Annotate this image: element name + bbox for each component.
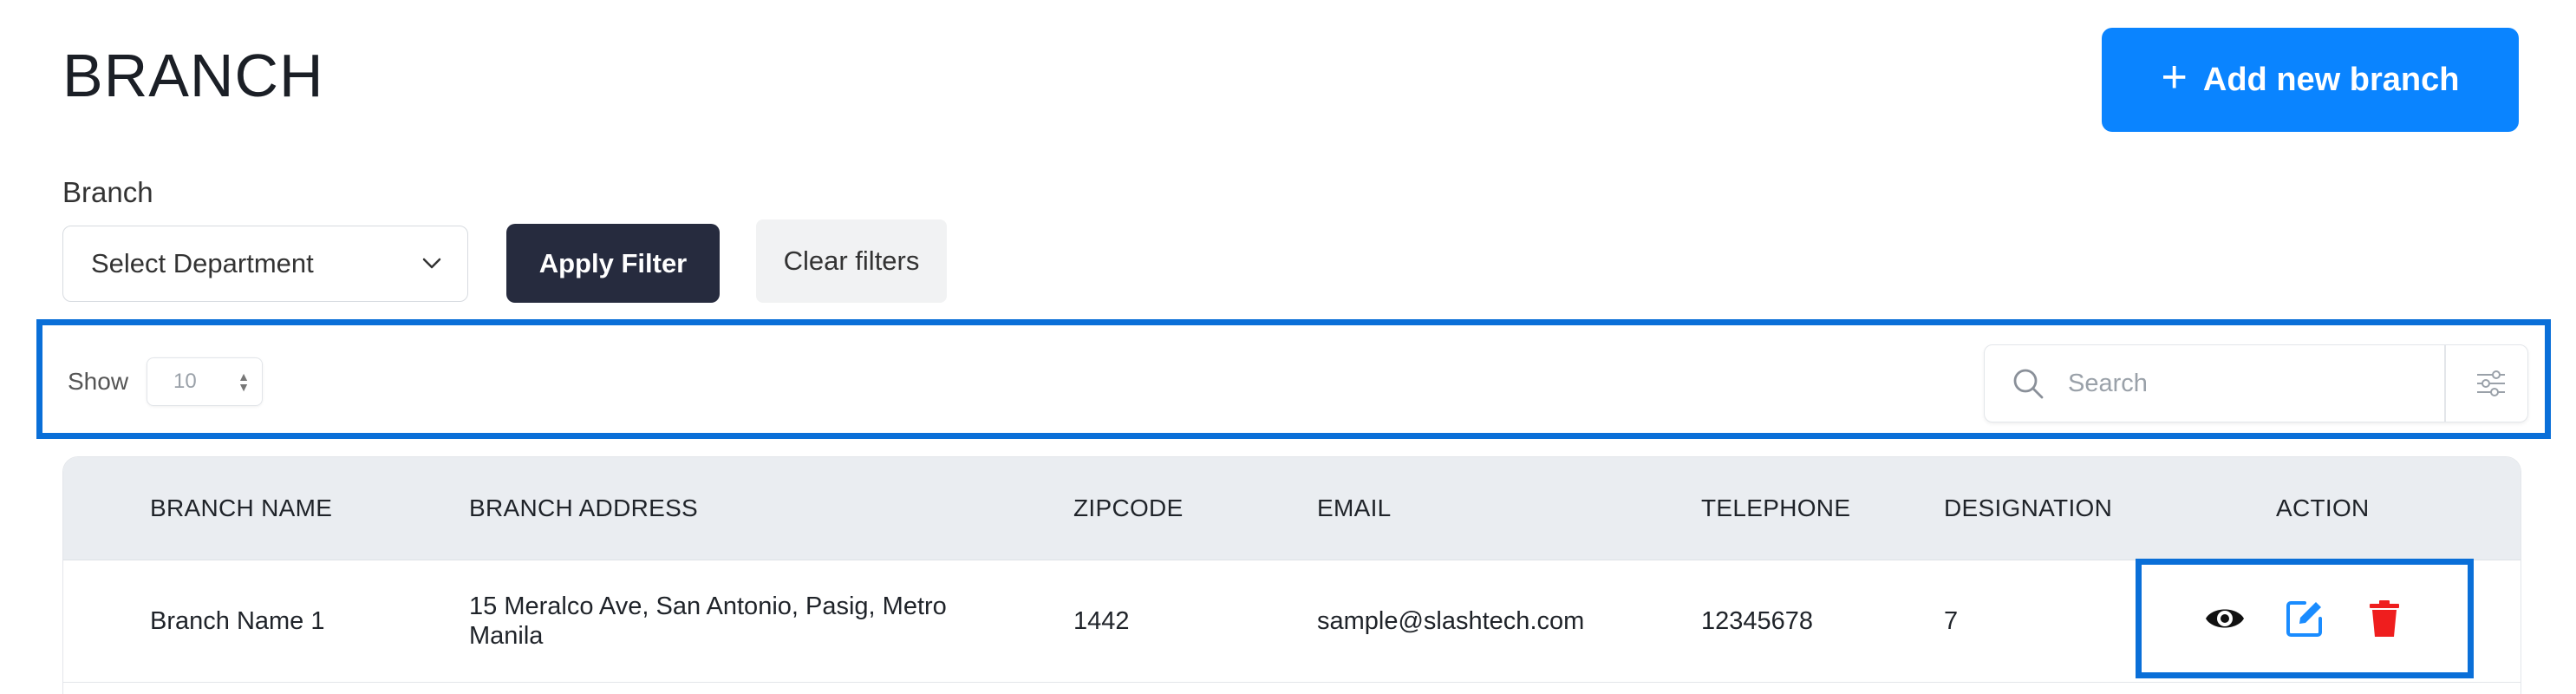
department-select[interactable]: Select Department bbox=[62, 226, 468, 302]
search-divider bbox=[2444, 345, 2446, 422]
cell-email: sample@slashtech.com bbox=[1317, 607, 1585, 635]
add-new-branch-label: Add new branch bbox=[2202, 61, 2460, 98]
search-icon bbox=[2013, 369, 2044, 399]
chevron-down-icon bbox=[422, 258, 441, 269]
apply-filter-button[interactable]: Apply Filter bbox=[506, 224, 720, 303]
table-toolbar: Show 10 ▲ ▼ bbox=[36, 319, 2551, 439]
branch-filter-label: Branch bbox=[62, 176, 153, 208]
trash-icon[interactable] bbox=[2364, 598, 2405, 639]
column-header-zipcode[interactable]: ZIPCODE bbox=[1073, 494, 1184, 523]
clear-filters-button[interactable]: Clear filters bbox=[756, 219, 947, 303]
edit-icon[interactable] bbox=[2284, 598, 2325, 639]
sliders-icon[interactable] bbox=[2474, 366, 2508, 401]
table-header: BRANCH NAME BRANCH ADDRESS ZIPCODE EMAIL… bbox=[63, 457, 2521, 560]
department-select-value: Select Department bbox=[91, 248, 314, 278]
column-header-telephone[interactable]: TELEPHONE bbox=[1701, 494, 1850, 523]
cell-branch-address: 15 Meralco Ave, San Antonio, Pasig, Metr… bbox=[469, 593, 947, 650]
page-title: BRANCH bbox=[62, 42, 324, 109]
row-actions bbox=[2136, 559, 2474, 678]
cell-telephone: 12345678 bbox=[1701, 607, 1814, 635]
cell-branch-name: Branch Name 1 bbox=[150, 607, 325, 635]
page-size-select[interactable]: 10 ▲ ▼ bbox=[147, 357, 263, 406]
branch-table: BRANCH NAME BRANCH ADDRESS ZIPCODE EMAIL… bbox=[62, 456, 2521, 694]
column-header-action: ACTION bbox=[2276, 494, 2370, 521]
search-input[interactable] bbox=[2066, 368, 2416, 399]
column-header-branch-address[interactable]: BRANCH ADDRESS bbox=[469, 494, 698, 523]
table-row: Branch Name 1 15 Meralco Ave, San Antoni… bbox=[63, 559, 2521, 683]
cell-zipcode: 1442 bbox=[1073, 607, 1130, 635]
column-header-email[interactable]: EMAIL bbox=[1317, 494, 1392, 523]
add-new-branch-button[interactable]: + Add new branch bbox=[2102, 28, 2519, 132]
sort-arrows-icon: ▲ ▼ bbox=[238, 370, 250, 394]
column-header-branch-name[interactable]: BRANCH NAME bbox=[150, 494, 332, 523]
cell-designation: 7 bbox=[1944, 607, 1959, 635]
plus-icon: + bbox=[2161, 52, 2188, 102]
show-label: Show bbox=[68, 368, 129, 395]
search-box bbox=[1984, 344, 2528, 422]
column-header-designation[interactable]: DESIGNATION bbox=[1944, 494, 2112, 523]
eye-icon[interactable] bbox=[2204, 598, 2246, 639]
page-size-value: 10 bbox=[173, 370, 197, 393]
